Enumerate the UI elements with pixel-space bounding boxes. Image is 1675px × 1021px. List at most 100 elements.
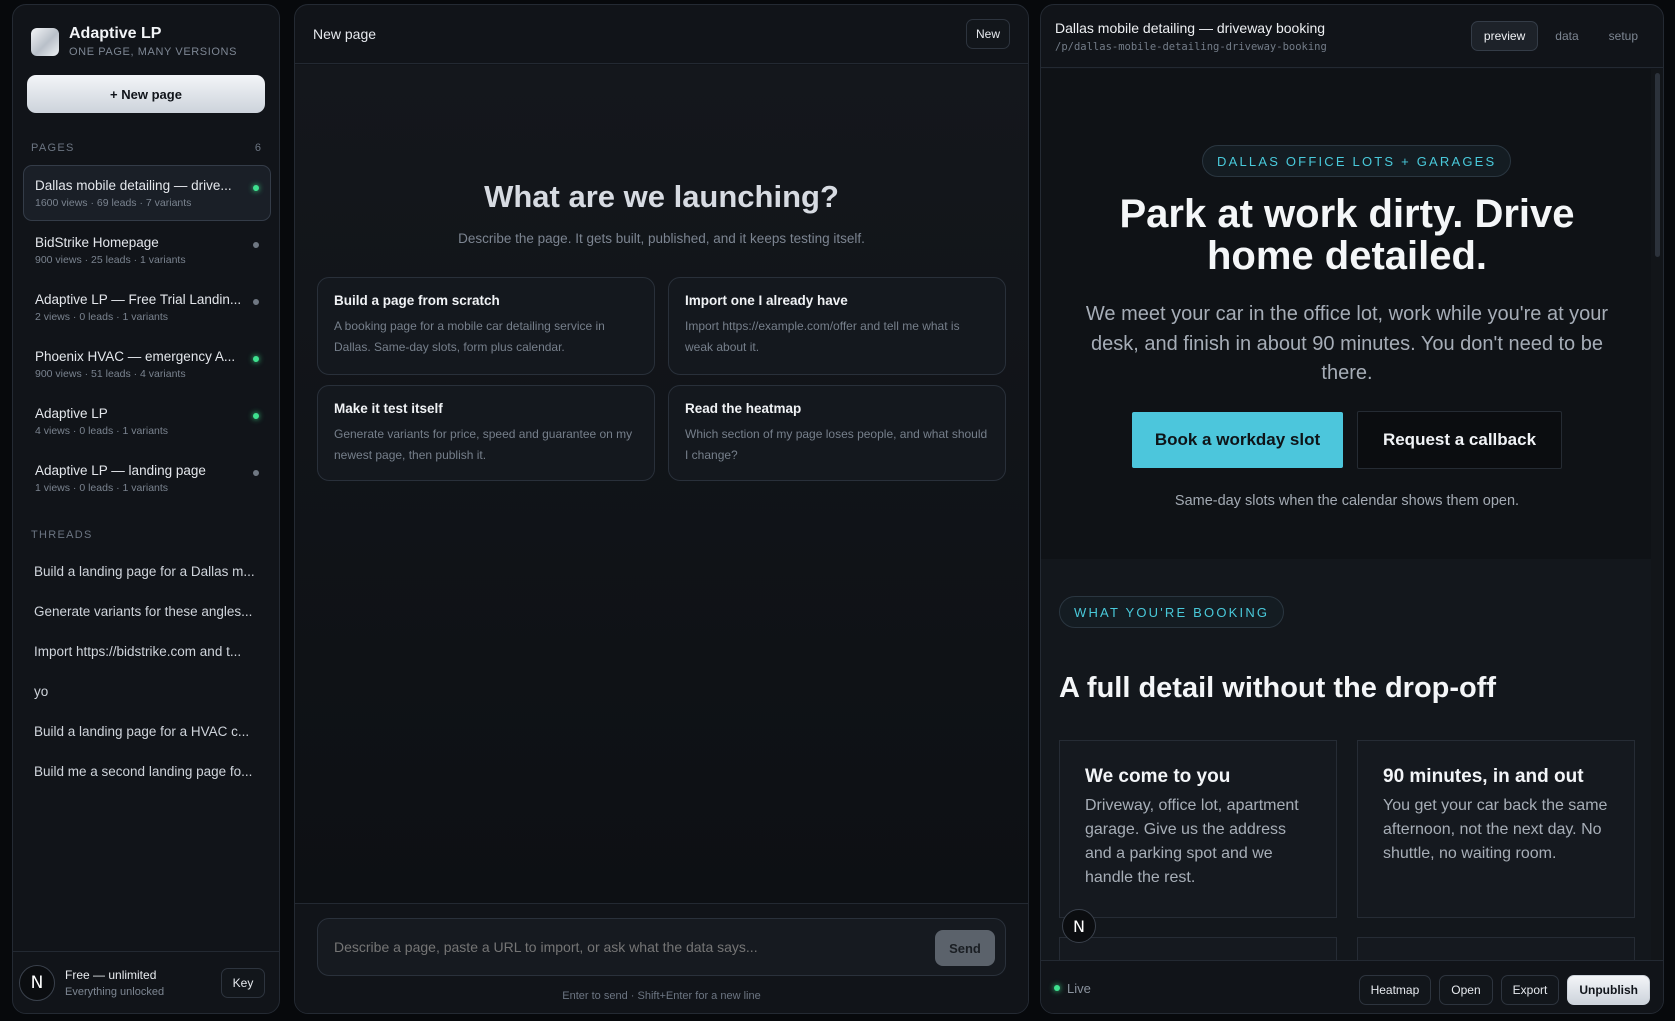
thread-item[interactable]: yo <box>23 673 271 713</box>
suggestion-title: Build a page from scratch <box>334 293 500 308</box>
page-item[interactable]: Phoenix HVAC — emergency A... 900 views … <box>23 336 271 392</box>
brand[interactable]: Adaptive LP ONE PAGE, MANY VERSIONS <box>31 25 237 58</box>
feature-title: 90 minutes, in and out <box>1383 766 1584 787</box>
suggestion-title: Import one I already have <box>685 293 848 308</box>
thread-item[interactable]: Build me a second landing page fo... <box>23 753 271 793</box>
page-item-meta: 900 views · 25 leads · 1 variants <box>35 254 186 266</box>
plan-subtitle: Everything unlocked <box>65 985 165 998</box>
account-bar: N Free — unlimited Everything unlocked K… <box>13 951 279 1013</box>
preview-viewport[interactable]: DALLAS OFFICE LOTS + GARAGES Park at wor… <box>1041 69 1653 960</box>
chat-header: New page New <box>295 5 1028 64</box>
open-button[interactable]: Open <box>1439 975 1493 1005</box>
chat-title: New page <box>313 26 377 42</box>
pages-count: 6 <box>254 142 261 154</box>
composer-hint: Enter to send · Shift+Enter for a new li… <box>562 990 761 1002</box>
suggestion-title: Make it test itself <box>334 401 443 416</box>
new-chat-button[interactable]: New <box>966 19 1010 49</box>
page-list: Dallas mobile detailing — drive... 1600 … <box>23 165 271 507</box>
key-button[interactable]: Key <box>221 967 265 998</box>
page-item-meta: 1 views · 0 leads · 1 variants <box>35 482 169 494</box>
launch-subline: Describe the page. It gets built, publis… <box>458 231 865 246</box>
thread-list: Build a landing page for a Dallas m... G… <box>23 553 271 793</box>
draft-status-dot <box>253 299 259 305</box>
tab-preview[interactable]: preview <box>1470 21 1539 51</box>
live-status-dot <box>253 185 259 191</box>
preview-page-title: Dallas mobile detailing — driveway booki… <box>1055 20 1326 36</box>
unpublish-button[interactable]: Unpublish <box>1567 975 1650 1005</box>
plan-info: Free — unlimited Everything unlocked <box>65 968 221 998</box>
suggestion-title: Read the heatmap <box>685 401 802 416</box>
preview-slug[interactable]: /p/dallas-mobile-detailing-driveway-book… <box>1055 41 1327 53</box>
brand-tagline: ONE PAGE, MANY VERSIONS <box>69 46 238 58</box>
book-slot-button[interactable]: Book a workday slot <box>1132 412 1343 468</box>
export-button[interactable]: Export <box>1500 975 1560 1005</box>
suggestion-card[interactable]: Build a page from scratch A booking page… <box>317 277 655 375</box>
page-item-title: Phoenix HVAC — emergency A... <box>35 349 236 364</box>
chat-body: What are we launching? Describe the page… <box>295 65 1028 903</box>
thread-item[interactable]: Import https://bidstrike.com and t... <box>23 633 271 673</box>
new-page-button[interactable]: + New page <box>27 75 265 113</box>
send-button[interactable]: Send <box>935 930 995 966</box>
tab-setup[interactable]: setup <box>1596 21 1651 51</box>
preview-header: Dallas mobile detailing — driveway booki… <box>1041 5 1663 68</box>
brand-name: Adaptive LP <box>69 25 162 42</box>
page-item-title: Dallas mobile detailing — drive... <box>35 178 232 193</box>
draft-status-dot <box>253 242 259 248</box>
feature-card: We come to you Driveway, office lot, apa… <box>1059 740 1337 918</box>
page-item[interactable]: Adaptive LP — landing page 1 views · 0 l… <box>23 450 271 506</box>
preview-footer: Live Heatmap Open Export Unpublish <box>1041 960 1663 1013</box>
avatar[interactable]: N <box>19 964 55 1001</box>
feature-card: 90 minutes, in and out You get your car … <box>1357 740 1635 918</box>
live-status-dot <box>1054 985 1060 991</box>
suggestion-desc: Import https://example.com/offer and tel… <box>685 319 960 354</box>
page-item[interactable]: Dallas mobile detailing — drive... 1600 … <box>23 165 271 221</box>
preview-panel: Dallas mobile detailing — driveway booki… <box>1040 4 1664 1014</box>
thread-item[interactable]: Build a landing page for a Dallas m... <box>23 553 271 593</box>
preview-scrollbar-thumb[interactable] <box>1655 73 1660 257</box>
chat-panel: New page New What are we launching? Desc… <box>294 4 1029 1014</box>
page-item[interactable]: Adaptive LP 4 views · 0 leads · 1 varian… <box>23 393 271 449</box>
page-item-title: Adaptive LP — landing page <box>35 463 206 478</box>
heatmap-button[interactable]: Heatmap <box>1358 975 1432 1005</box>
landing-headline: Park at work dirty. Drive home detailed. <box>1119 192 1575 278</box>
request-callback-button[interactable]: Request a callback <box>1357 411 1562 469</box>
composer-input[interactable] <box>334 939 894 955</box>
thread-item[interactable]: Build a landing page for a HVAC c... <box>23 713 271 753</box>
tab-data[interactable]: data <box>1542 21 1591 51</box>
suggestion-card[interactable]: Read the heatmap Which section of my pag… <box>668 385 1006 481</box>
composer-area: Send Enter to send · Shift+Enter for a n… <box>295 903 1028 1013</box>
composer: Send <box>317 918 1006 976</box>
floating-avatar-badge[interactable]: N <box>1062 909 1096 943</box>
section-title: A full detail without the drop-off <box>1059 672 1497 704</box>
live-status-dot <box>253 413 259 419</box>
page-item-meta: 1600 views · 69 leads · 7 variants <box>35 197 192 209</box>
page-item-title: BidStrike Homepage <box>35 235 159 250</box>
live-status-label: Live <box>1067 981 1091 996</box>
page-item-meta: 4 views · 0 leads · 1 variants <box>35 425 169 437</box>
page-item[interactable]: BidStrike Homepage 900 views · 25 leads … <box>23 222 271 278</box>
pages-section-label: PAGES <box>31 142 75 154</box>
page-item[interactable]: Adaptive LP — Free Trial Landin... 2 vie… <box>23 279 271 335</box>
draft-status-dot <box>253 470 259 476</box>
feature-title: We come to you <box>1085 766 1231 787</box>
brand-logo <box>31 27 59 56</box>
live-status-dot <box>253 356 259 362</box>
sidebar: Adaptive LP ONE PAGE, MANY VERSIONS + Ne… <box>12 4 280 1014</box>
feature-card-partial <box>1357 937 1635 960</box>
page-item-title: Adaptive LP — Free Trial Landin... <box>35 292 242 307</box>
suggestion-card[interactable]: Import one I already have Import https:/… <box>668 277 1006 375</box>
feature-desc: You get your car back the same afternoon… <box>1383 797 1608 862</box>
thread-item[interactable]: Generate variants for these angles... <box>23 593 271 633</box>
page-item-meta: 2 views · 0 leads · 1 variants <box>35 311 169 323</box>
suggestion-desc: Generate variants for price, speed and g… <box>334 427 633 462</box>
suggestion-card[interactable]: Make it test itself Generate variants fo… <box>317 385 655 481</box>
section-eyebrow-pill: WHAT YOU'RE BOOKING <box>1059 596 1285 628</box>
launch-headline: What are we launching? <box>484 179 839 214</box>
cta-note: Same-day slots when the calendar shows t… <box>1174 493 1520 509</box>
page-item-title: Adaptive LP <box>35 406 108 421</box>
suggestion-desc: Which section of my page loses people, a… <box>685 427 988 462</box>
feature-card-partial <box>1059 937 1337 960</box>
preview-actions: Heatmap Open Export Unpublish <box>1358 975 1650 1005</box>
plan-name: Free — unlimited <box>65 967 157 982</box>
suggestion-desc: A booking page for a mobile car detailin… <box>334 319 605 354</box>
